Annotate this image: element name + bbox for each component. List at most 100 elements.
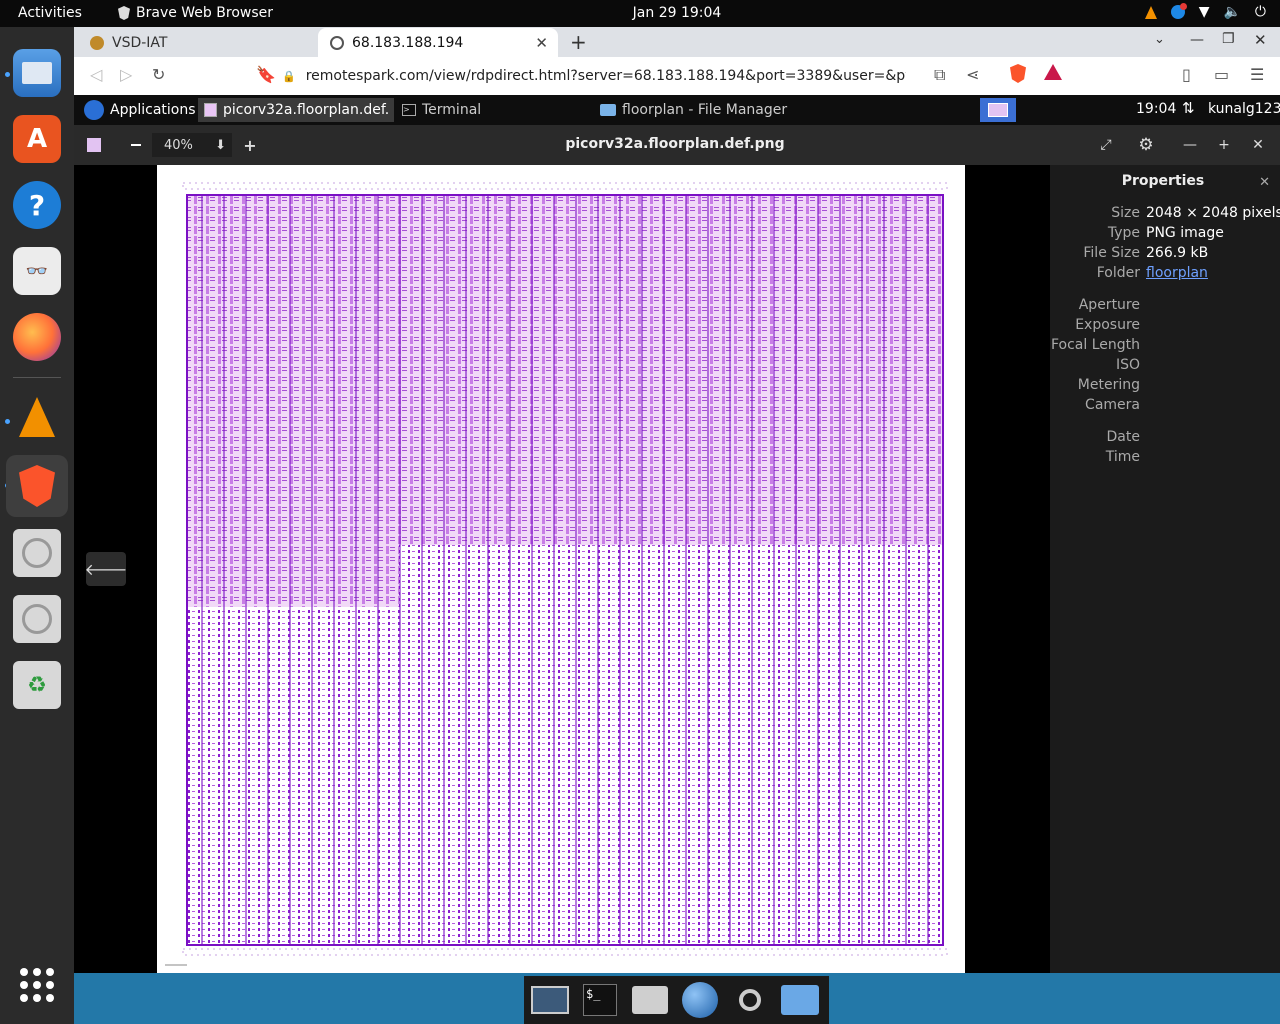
wallet-icon[interactable]: ▭ bbox=[1214, 65, 1229, 84]
firefox-icon[interactable] bbox=[13, 313, 61, 361]
network-updown-icon[interactable]: ⇅ bbox=[1182, 99, 1195, 117]
panel-clock[interactable]: 19:04 bbox=[1136, 101, 1176, 117]
volume-icon[interactable]: 🔈 bbox=[1223, 4, 1240, 20]
document-viewer-icon[interactable]: 👓 bbox=[13, 247, 61, 295]
update-notifier-icon[interactable] bbox=[1170, 3, 1187, 19]
browser-toolbar: ◁ ▷ ↻ 🔖 🔒 remotespark.com/view/rdpdirect… bbox=[74, 57, 1280, 95]
trash-icon[interactable]: ♻ bbox=[13, 661, 61, 709]
maximize-button[interactable]: ❐ bbox=[1222, 31, 1235, 47]
properties-panel: Properties ✕ Size 2048 × 2048 pixels Typ… bbox=[1050, 165, 1280, 1024]
wifi-icon[interactable]: ▼ bbox=[1199, 4, 1210, 20]
image-viewer-header: 40% ⬇ + picorv32a.floorplan.def.png ⤢ ⚙ … bbox=[74, 125, 1280, 165]
folder-icon bbox=[600, 104, 616, 116]
properties-close-icon[interactable]: ✕ bbox=[1259, 175, 1270, 190]
settings-gear-icon[interactable]: ⚙ bbox=[1134, 133, 1158, 157]
minimize-button[interactable]: — bbox=[1190, 32, 1204, 48]
terminal-launcher-icon[interactable]: $_ bbox=[580, 980, 620, 1020]
task-label: picorv32a.floorplan.def.... bbox=[223, 102, 388, 118]
help-icon[interactable]: ? bbox=[13, 181, 61, 229]
file-manager-folder-icon[interactable] bbox=[780, 980, 820, 1020]
folder-link[interactable]: floorplan bbox=[1146, 265, 1208, 281]
xfce-mouse-icon bbox=[84, 100, 104, 120]
new-tab-button[interactable]: + bbox=[570, 30, 587, 54]
tab-search-icon[interactable]: ⌄ bbox=[1154, 32, 1165, 47]
url-text: remotespark.com/view/rdpdirect.html?serv… bbox=[305, 68, 906, 84]
menu-icon[interactable]: ☰ bbox=[1250, 65, 1264, 84]
fullscreen-icon[interactable]: ⤢ bbox=[1094, 133, 1118, 157]
prop-size: Size 2048 × 2048 pixels bbox=[1111, 205, 1280, 221]
xfce-launcher-dock: $_ bbox=[524, 976, 829, 1024]
address-bar[interactable]: 🔒 remotespark.com/view/rdpdirect.html?se… bbox=[252, 62, 1032, 90]
tab-vsd-iat[interactable]: VSD-IAT bbox=[78, 28, 314, 57]
show-applications-icon[interactable] bbox=[13, 961, 61, 1009]
viewer-close-button[interactable]: ✕ bbox=[1246, 133, 1270, 157]
properties-title: Properties bbox=[1121, 173, 1205, 189]
globe-icon bbox=[330, 35, 344, 50]
close-window-button[interactable]: ✕ bbox=[1254, 31, 1267, 49]
system-tray[interactable]: ▼ 🔈 ⏻ bbox=[1144, 3, 1266, 20]
running-indicator bbox=[5, 72, 10, 77]
prop-time: Time bbox=[1105, 449, 1140, 465]
web-browser-globe-icon[interactable] bbox=[680, 980, 720, 1020]
floorplan-image bbox=[157, 165, 965, 973]
prop-focal-length: Focal Length bbox=[1050, 337, 1140, 353]
task-image-viewer[interactable]: picorv32a.floorplan.def.... bbox=[198, 98, 394, 122]
task-terminal[interactable]: > Terminal bbox=[396, 98, 592, 122]
files-app-icon[interactable] bbox=[13, 49, 61, 97]
disc-drive-icon[interactable] bbox=[13, 529, 61, 577]
brave-shields-icon[interactable] bbox=[1010, 64, 1026, 87]
ubuntu-dock: A ? 👓 ♻ bbox=[0, 27, 74, 1024]
previous-image-button[interactable]: 🡐 bbox=[84, 552, 128, 586]
home-folder-icon[interactable] bbox=[630, 980, 670, 1020]
brave-rewards-icon[interactable] bbox=[1044, 64, 1062, 84]
terminal-icon: > bbox=[402, 104, 416, 116]
task-label: Terminal bbox=[422, 102, 482, 118]
gnome-top-bar: Activities Brave Web Browser Jan 29 19:0… bbox=[0, 0, 1280, 27]
reload-icon[interactable]: ↻ bbox=[152, 65, 165, 84]
top-bar-clock[interactable]: Jan 29 19:04 bbox=[0, 5, 1280, 21]
xfce-bottom-panel: $_ bbox=[74, 973, 1280, 1024]
prop-file-size: File Size 266.9 kB bbox=[1083, 245, 1209, 261]
prop-type: Type PNG image bbox=[1107, 225, 1224, 241]
show-desktop-icon[interactable] bbox=[530, 980, 570, 1020]
brave-window: VSD-IAT 68.183.188.194 ✕ + ⌄ — ❐ ✕ ◁ ▷ ↻… bbox=[74, 27, 1280, 1024]
workspace-switcher[interactable] bbox=[980, 98, 1016, 122]
lock-icon: 🔒 bbox=[282, 69, 296, 83]
tab-strip: VSD-IAT 68.183.188.194 ✕ + ⌄ — ❐ ✕ bbox=[74, 27, 1280, 57]
task-label: floorplan - File Manager bbox=[622, 102, 788, 118]
dock-separator bbox=[13, 377, 61, 378]
tab-label: 68.183.188.194 bbox=[352, 34, 464, 51]
image-canvas[interactable]: 🡐 bbox=[74, 165, 1050, 1024]
power-icon[interactable]: ⏻ bbox=[1255, 4, 1266, 20]
forward-arrow-icon[interactable]: ▷ bbox=[120, 65, 132, 84]
viewer-maximize-button[interactable]: + bbox=[1212, 133, 1236, 157]
prop-aperture: Aperture bbox=[1078, 297, 1140, 313]
vlc-tray-icon[interactable] bbox=[1144, 5, 1157, 19]
prop-exposure: Exposure bbox=[1075, 317, 1140, 333]
brave-dock-icon[interactable] bbox=[6, 455, 68, 517]
tab-label: VSD-IAT bbox=[112, 34, 168, 51]
share-icon[interactable]: ⋖ bbox=[966, 65, 979, 84]
viewer-minimize-button[interactable]: — bbox=[1178, 133, 1202, 157]
disc-drive-icon-2[interactable] bbox=[13, 595, 61, 643]
tab-favicon bbox=[90, 35, 104, 50]
prop-iso: ISO bbox=[1115, 357, 1140, 373]
software-center-icon[interactable]: A bbox=[13, 115, 61, 163]
task-file-manager[interactable]: floorplan - File Manager bbox=[594, 98, 794, 122]
tab-close-icon[interactable]: ✕ bbox=[535, 34, 548, 52]
back-arrow-icon[interactable]: ◁ bbox=[90, 65, 102, 84]
running-indicator bbox=[5, 419, 10, 424]
image-file-icon bbox=[204, 103, 218, 117]
tab-remote[interactable]: 68.183.188.194 ✕ bbox=[318, 28, 558, 57]
floorplan-drawing bbox=[157, 165, 965, 973]
app-finder-search-icon[interactable] bbox=[730, 980, 770, 1020]
vlc-icon[interactable] bbox=[13, 393, 61, 441]
screenshot-icon[interactable]: ⧉ bbox=[934, 65, 945, 85]
sidebar-toggle-icon[interactable]: ▯ bbox=[1182, 65, 1191, 84]
xfce-top-panel: Applications picorv32a.floorplan.def....… bbox=[74, 95, 1280, 125]
prop-folder: Folder floorplan bbox=[1096, 265, 1208, 281]
panel-user[interactable]: kunalg123 bbox=[1208, 101, 1280, 117]
applications-menu[interactable]: Applications bbox=[78, 98, 202, 122]
remote-desktop[interactable]: Applications picorv32a.floorplan.def....… bbox=[74, 95, 1280, 1024]
arrow-left-icon: 🡐 bbox=[84, 560, 128, 579]
